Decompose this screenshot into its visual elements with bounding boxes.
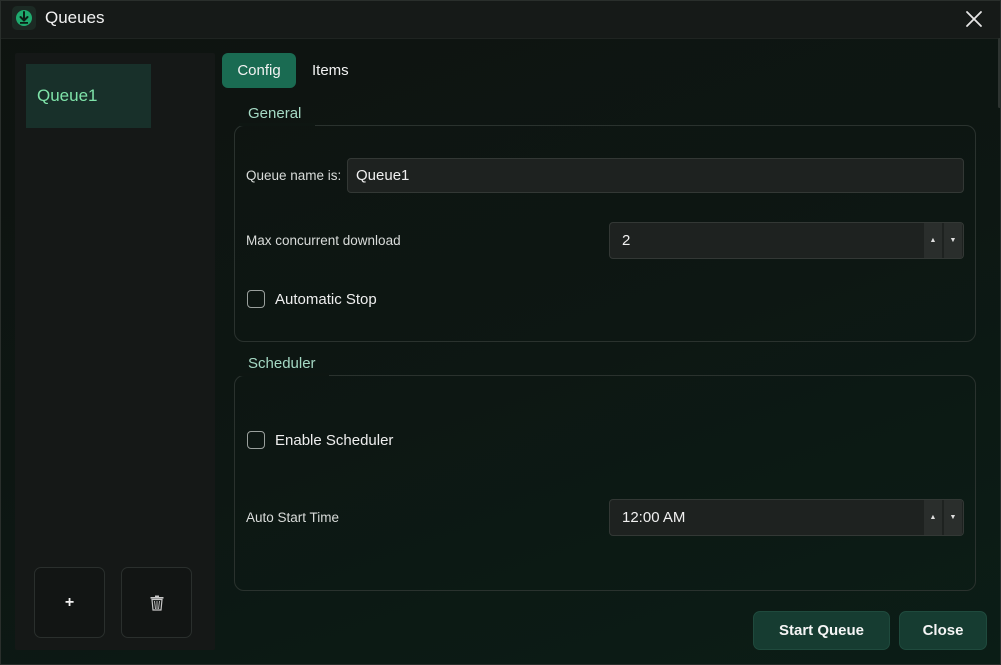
download-app-icon: [12, 6, 36, 30]
caret-up-icon: ▲: [929, 237, 937, 244]
title-bar[interactable]: Queues: [1, 1, 1000, 39]
scheduler-group-title: Scheduler: [248, 355, 316, 372]
caret-down-icon: ▼: [949, 514, 957, 521]
general-group-title: General: [248, 105, 302, 122]
enable-scheduler-label[interactable]: Enable Scheduler: [275, 432, 393, 449]
tab-config[interactable]: Config: [222, 53, 296, 88]
enable-scheduler-checkbox[interactable]: [247, 431, 265, 449]
max-concurrent-spinbox[interactable]: 2 ▲ ▼: [609, 222, 964, 259]
caret-down-icon: ▼: [949, 237, 957, 244]
max-concurrent-value: 2: [622, 232, 631, 249]
enable-scheduler-row: Enable Scheduler: [247, 430, 393, 450]
automatic-stop-checkbox[interactable]: [247, 290, 265, 308]
automatic-stop-label[interactable]: Automatic Stop: [275, 291, 377, 308]
add-queue-button[interactable]: +: [34, 567, 105, 638]
general-group-gap: [239, 123, 315, 126]
close-icon[interactable]: [962, 7, 986, 31]
auto-start-time-label: Auto Start Time: [246, 510, 340, 525]
scheduler-group-gap: [239, 373, 329, 376]
plus-icon: +: [64, 593, 75, 611]
queue-name-input[interactable]: Queue1: [347, 158, 964, 193]
delete-queue-button[interactable]: [121, 567, 192, 638]
queues-window: Queues Queue1 + Config Items General Que…: [0, 0, 1001, 665]
caret-up-icon: ▲: [929, 514, 937, 521]
start-queue-button[interactable]: Start Queue: [753, 611, 890, 650]
tab-items[interactable]: Items: [312, 53, 349, 88]
queue-list-item[interactable]: Queue1: [26, 64, 151, 128]
queue-list-panel: Queue1 +: [15, 53, 215, 650]
max-concurrent-label: Max concurrent download: [246, 233, 401, 248]
automatic-stop-row: Automatic Stop: [247, 289, 377, 309]
auto-start-time-value: 12:00 AM: [622, 509, 686, 526]
scheduler-group: [234, 375, 976, 591]
close-button[interactable]: Close: [899, 611, 987, 650]
window-title: Queues: [45, 8, 105, 27]
max-concurrent-increment-button[interactable]: ▲: [924, 223, 942, 258]
auto-start-time-increment-button[interactable]: ▲: [924, 500, 942, 535]
queue-name-label: Queue name is:: [246, 168, 342, 183]
trash-icon: [150, 595, 163, 611]
auto-start-time-picker[interactable]: 12:00 AM ▲ ▼: [609, 499, 964, 536]
max-concurrent-decrement-button[interactable]: ▼: [944, 223, 962, 258]
auto-start-time-decrement-button[interactable]: ▼: [944, 500, 962, 535]
